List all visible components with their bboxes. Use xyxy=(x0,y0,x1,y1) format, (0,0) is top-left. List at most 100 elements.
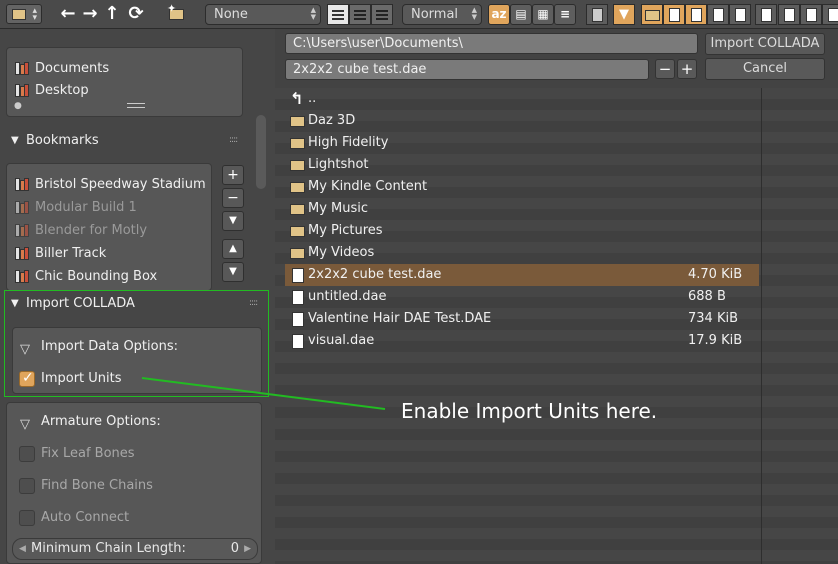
file-row[interactable]: 2x2x2 cube test.dae 4.70 KiB xyxy=(285,264,759,286)
file-browser-header: ▴ ▾ ← → ↑ ⟳ ✦ None ▲ ▼ Normal ▲ ▼ az ▤ ▦ ≡ … xyxy=(0,0,838,29)
bookmark-label: Blender for Motly xyxy=(35,223,148,238)
file-icon xyxy=(292,312,304,327)
bookmarks-title: Bookmarks xyxy=(26,133,99,148)
display-mode-dropdown[interactable]: None ▲ ▼ xyxy=(205,4,321,25)
file-row[interactable]: untitled.dae 688 B xyxy=(285,286,759,308)
file-row[interactable]: visual.dae 17.9 KiB xyxy=(285,330,759,352)
bookmark-label: Biller Track xyxy=(35,246,107,261)
drag-handle-icon[interactable]: :::: xyxy=(229,135,238,145)
decrement-arrow-icon[interactable]: ◀ xyxy=(19,539,26,559)
view-short-list-button[interactable] xyxy=(349,4,371,25)
file-row[interactable]: Valentine Hair DAE Test.DAE 734 KiB xyxy=(285,308,759,330)
folder-row[interactable]: My Kindle Content xyxy=(285,176,759,198)
new-directory-button[interactable]: ✦ xyxy=(166,3,188,24)
filter-sounds-button[interactable] xyxy=(800,4,822,25)
bookmark-item[interactable]: Biller Track xyxy=(13,243,106,264)
parent-directory-icon[interactable]: ↑ xyxy=(102,3,122,25)
increment-arrow-icon[interactable]: ▶ xyxy=(244,539,251,559)
view-detailed-list-button[interactable] xyxy=(371,4,393,25)
sort-date-button[interactable]: ▦ xyxy=(532,4,554,25)
font-file-icon xyxy=(784,8,795,22)
parent-dir-row[interactable]: ↰.. xyxy=(285,88,759,110)
folder-row[interactable]: My Music xyxy=(285,198,759,220)
sort-alphabetical-button[interactable]: az xyxy=(488,4,510,25)
filter-blend-button[interactable] xyxy=(663,4,685,25)
back-arrow-icon[interactable]: ← xyxy=(58,3,78,25)
list-stripe xyxy=(275,374,838,385)
filter-folders-button[interactable] xyxy=(641,4,663,25)
bookmark-item[interactable]: Chic Bounding Box xyxy=(13,266,157,287)
folder-row[interactable]: Daz 3D xyxy=(285,110,759,132)
increment-filename-button[interactable]: + xyxy=(677,59,697,79)
bookmark-label: Modular Build 1 xyxy=(35,200,137,215)
show-hidden-button[interactable] xyxy=(586,4,608,25)
auto-connect-label: Auto Connect xyxy=(41,510,130,525)
armature-options-heading: ▽ Armature Options: xyxy=(17,411,161,433)
bookmark-menu-button[interactable]: ▼ xyxy=(222,211,244,231)
script-file-icon xyxy=(761,8,772,22)
bookmark-item[interactable]: Blender for Motly xyxy=(13,220,147,241)
sort-mode-dropdown[interactable]: Normal ▲ ▼ xyxy=(402,4,482,25)
folder-row[interactable]: My Pictures xyxy=(285,220,759,242)
decrement-filename-button[interactable]: − xyxy=(655,59,675,79)
armature-options-label: Armature Options: xyxy=(41,414,161,429)
checkbox[interactable] xyxy=(19,510,35,526)
filter-fonts-button[interactable] xyxy=(778,4,800,25)
sidebar-scrollbar[interactable] xyxy=(256,115,266,189)
system-item-label: Desktop xyxy=(35,83,89,98)
filter-toggle-button[interactable]: ▼ xyxy=(613,4,635,25)
list-stripe xyxy=(275,440,838,451)
folder-icon xyxy=(290,226,305,237)
fix-leaf-bones-checkbox[interactable]: Fix Leaf Bones xyxy=(17,443,135,465)
auto-connect-checkbox[interactable]: Auto Connect xyxy=(17,507,129,529)
checkbox[interactable] xyxy=(19,446,35,462)
forward-arrow-icon[interactable]: → xyxy=(80,3,100,25)
resize-handle[interactable] xyxy=(127,103,145,108)
import-collada-button[interactable]: Import COLLADA xyxy=(705,33,825,55)
sort-extension-button[interactable]: ▤ xyxy=(510,4,532,25)
sort-mode-value: Normal xyxy=(411,7,459,22)
folder-row[interactable]: My Videos xyxy=(285,242,759,264)
list-stripe xyxy=(275,528,838,539)
bookmarks-header[interactable]: ▼ Bookmarks xyxy=(0,131,250,151)
move-up-button[interactable]: ▲ xyxy=(222,239,244,259)
filter-images-button[interactable] xyxy=(707,4,729,25)
backup-file-icon xyxy=(691,8,702,22)
file-size: 688 B xyxy=(688,289,726,304)
folder-row[interactable]: High Fidelity xyxy=(285,132,759,154)
list-stripe xyxy=(275,429,838,440)
filter-scripts-button[interactable] xyxy=(755,4,777,25)
bookmark-icon xyxy=(15,178,30,191)
directory-path-field[interactable]: C:\Users\user\Documents\ xyxy=(285,33,698,54)
filter-text-button[interactable] xyxy=(822,4,838,25)
bookmark-item[interactable]: Modular Build 1 xyxy=(13,197,137,218)
size-sort-icon: ≡ xyxy=(559,7,571,21)
folder-row[interactable]: Lightshot xyxy=(285,154,759,176)
add-small-icon[interactable]: ● xyxy=(14,101,22,111)
filter-backup-button[interactable] xyxy=(685,4,707,25)
bookmark-item[interactable]: Bristol Speedway Stadium xyxy=(13,174,206,195)
remove-bookmark-button[interactable]: − xyxy=(222,188,244,208)
min-chain-length-field[interactable]: ◀ Minimum Chain Length: 0 ▶ xyxy=(12,538,258,560)
filename-field[interactable]: 2x2x2 cube test.dae xyxy=(285,59,649,80)
display-mode-value: None xyxy=(214,7,248,22)
move-down-button[interactable]: ▼ xyxy=(222,262,244,282)
file-name: My Kindle Content xyxy=(308,179,428,194)
system-item-documents[interactable]: Documents xyxy=(13,58,109,79)
chevron-updown-icon: ▴ ▾ xyxy=(32,6,37,23)
system-list: Documents Desktop ● xyxy=(6,47,243,117)
cancel-button[interactable]: Cancel xyxy=(705,58,825,80)
add-bookmark-button[interactable]: + xyxy=(222,165,244,185)
sort-size-button[interactable]: ≡ xyxy=(554,4,576,25)
system-item-desktop[interactable]: Desktop xyxy=(13,80,89,101)
view-thumbnails-button[interactable] xyxy=(327,4,349,25)
checkbox[interactable] xyxy=(19,478,35,494)
chevron-updown-icon: ▲ ▼ xyxy=(471,6,477,21)
editor-type-button[interactable]: ▴ ▾ xyxy=(6,4,42,24)
image-file-icon xyxy=(713,8,724,22)
refresh-icon[interactable]: ⟳ xyxy=(126,3,146,25)
filter-movies-button[interactable] xyxy=(729,4,751,25)
find-bone-chains-checkbox[interactable]: Find Bone Chains xyxy=(17,475,153,497)
folder-icon xyxy=(290,138,305,149)
find-bone-chains-label: Find Bone Chains xyxy=(41,478,153,493)
